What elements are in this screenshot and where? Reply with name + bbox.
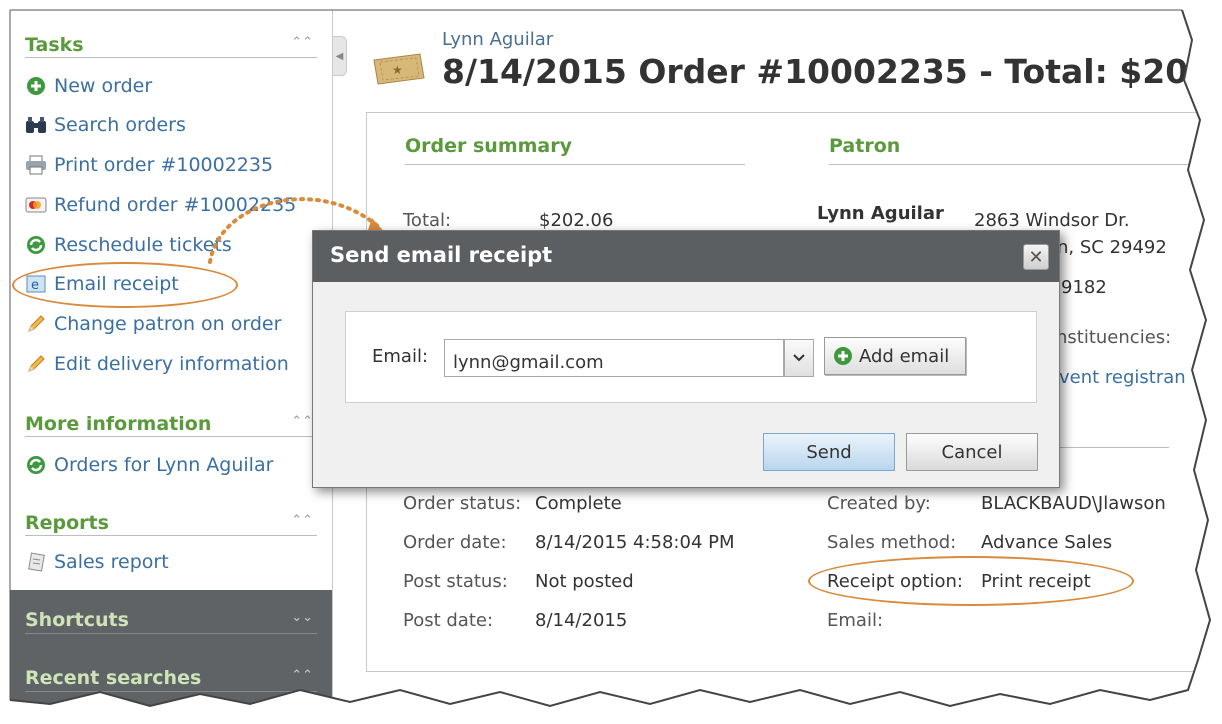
page-title: 8/14/2015 Order #10002235 - Total: $202.… [442,52,1222,91]
total-value: $202.06 [539,210,614,231]
email-detail-label: Email: [827,610,884,631]
sidebar-item-label: Sales report [54,551,169,573]
expand-icon[interactable]: ⌄⌄ [291,610,313,625]
printer-icon [25,154,47,176]
sidebar: Tasks ⌃⌃ New order Search orders Print o… [10,10,333,715]
patron-header: Patron [829,135,1222,165]
sales-method-label: Sales method: [827,532,957,553]
patron-address-line2: n, SC 29492 [1057,237,1167,258]
tasks-section-header[interactable]: Tasks ⌃⌃ [25,32,317,58]
dialog-title: Send email receipt [330,243,553,267]
order-date-label: Order date: [403,532,507,553]
shortcuts-section-header[interactable]: Shortcuts ⌄⌄ [25,606,317,634]
reports-title: Reports [25,512,109,534]
sidebar-collapse-handle[interactable]: ◀ [333,36,347,76]
constituency-link[interactable]: vent registran [1059,367,1186,388]
send-button[interactable]: Send [763,433,895,471]
sidebar-item-print-order[interactable]: Print order #10002235 [25,151,273,179]
send-email-receipt-dialog: Send email receipt ✕ Email: Add email Se… [312,230,1060,488]
post-date-label: Post date: [403,610,494,631]
sales-method-value: Advance Sales [981,532,1113,553]
sidebar-item-orders-for-patron[interactable]: Orders for Lynn Aguilar [25,451,273,479]
add-email-button[interactable]: Add email [824,337,966,375]
sidebar-item-new-order[interactable]: New order [25,72,152,100]
patron-address-line1: 2863 Windsor Dr. [974,210,1130,231]
collapse-icon[interactable]: ⌃⌃ [291,414,313,429]
order-status-value: Complete [535,493,622,514]
shortcuts-title: Shortcuts [25,609,129,631]
more-info-title: More information [25,413,212,435]
post-status-label: Post status: [403,571,508,592]
sidebar-item-label: Search orders [54,114,186,136]
dialog-title-bar[interactable]: Send email receipt ✕ [313,231,1059,282]
sidebar-item-label: New order [54,75,153,97]
patron-phone: 9182 [1061,277,1107,298]
email-field[interactable] [444,339,784,377]
sidebar-item-label: Orders for Lynn Aguilar [54,454,274,476]
ticket-icon: ★ [370,50,428,88]
collapse-icon[interactable]: ⌃⌃ [291,668,313,683]
sidebar-item-label: Print order #10002235 [54,154,274,176]
credit-card-icon [25,194,47,216]
svg-text:★: ★ [392,63,403,77]
sidebar-dark-panel: Shortcuts ⌄⌄ Recent searches ⌃⌃ [10,590,332,715]
collapse-icon[interactable]: ⌃⌃ [291,35,313,50]
recent-searches-title: Recent searches [25,667,202,689]
add-icon [833,346,853,366]
add-icon [25,75,47,97]
created-by-value: BLACKBAUD\Jlawson [981,493,1166,514]
patron-name: Lynn Aguilar [817,203,944,224]
cancel-button[interactable]: Cancel [906,433,1038,471]
order-date-value: 8/14/2015 4:58:04 PM [535,532,735,553]
sidebar-item-change-patron[interactable]: Change patron on order [25,310,281,338]
add-email-label: Add email [859,345,950,367]
total-label: Total: [403,210,452,231]
sidebar-item-label: Edit delivery information [54,353,289,375]
patron-name-link[interactable]: Lynn Aguilar [442,29,553,50]
order-summary-title: Order summary [405,135,573,157]
pencil-icon [25,353,47,375]
dialog-form-panel: Email: Add email [345,311,1037,403]
constituencies-label: nstituencies: [1056,327,1172,348]
binoculars-icon [25,114,47,136]
created-by-label: Created by: [827,493,931,514]
sidebar-item-label: Change patron on order [54,313,282,335]
refresh-icon [25,454,47,476]
reports-section-header[interactable]: Reports ⌃⌃ [25,510,317,536]
report-icon [25,551,47,573]
close-icon[interactable]: ✕ [1023,244,1049,270]
post-date-value: 8/14/2015 [535,610,628,631]
order-summary-header: Order summary [405,135,745,165]
pencil-icon [25,313,47,335]
patron-title: Patron [829,135,901,157]
sidebar-item-search-orders[interactable]: Search orders [25,111,186,139]
sidebar-item-edit-delivery[interactable]: Edit delivery information [25,350,289,378]
recent-searches-section-header[interactable]: Recent searches ⌃⌃ [25,664,317,692]
more-info-section-header[interactable]: More information ⌃⌃ [25,411,317,437]
order-status-label: Order status: [403,493,522,514]
collapse-icon[interactable]: ⌃⌃ [291,513,313,528]
sidebar-item-sales-report[interactable]: Sales report [25,548,169,576]
refresh-icon [25,234,47,256]
tasks-title: Tasks [25,34,84,56]
email-field-label: Email: [372,346,429,367]
receipt-option-callout [808,556,1134,606]
post-status-value: Not posted [535,571,634,592]
chevron-down-icon[interactable] [784,339,814,377]
